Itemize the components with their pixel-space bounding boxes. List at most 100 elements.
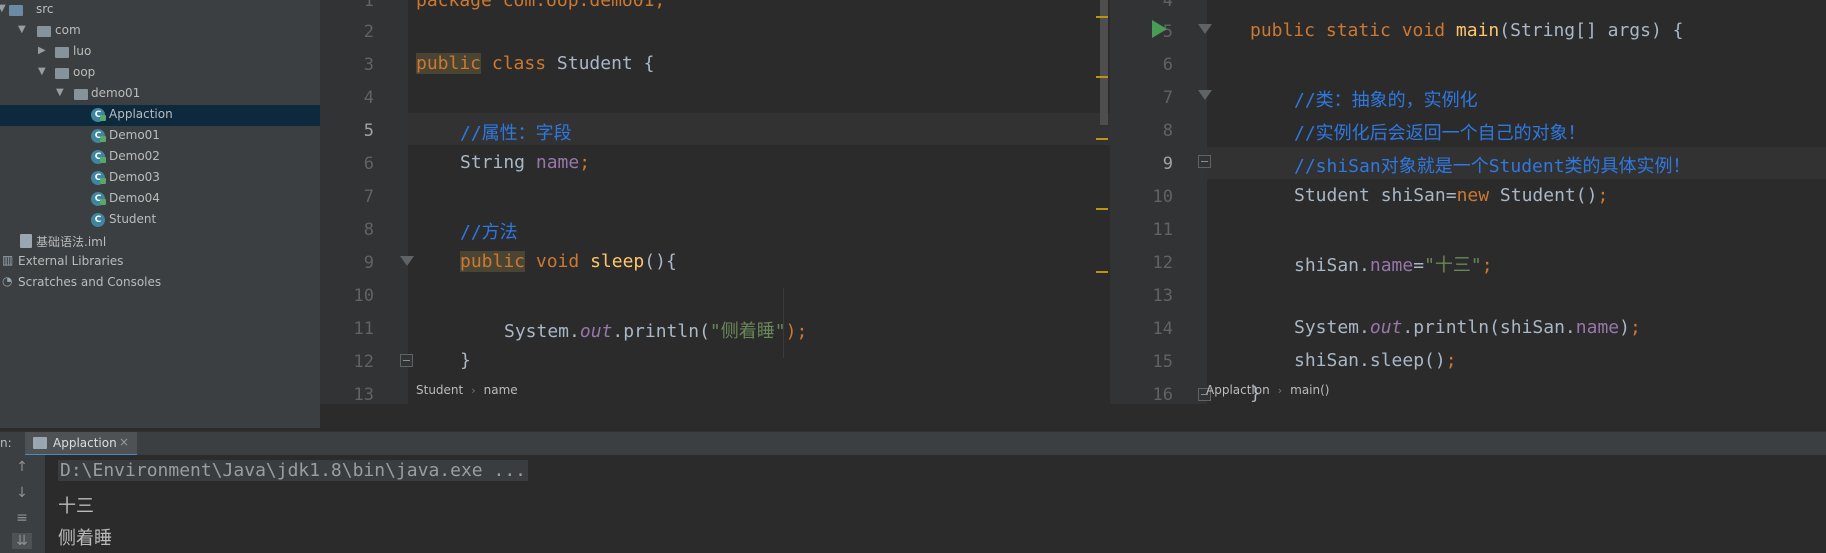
line-number: 6 — [363, 154, 374, 174]
tree-item-label: Demo04 — [109, 191, 160, 205]
line-number: 11 — [1152, 220, 1173, 240]
chevron-right-icon[interactable]: ▶ — [38, 45, 46, 56]
tree-item-src[interactable]: ▼ src — [0, 0, 320, 21]
breadcrumb-item[interactable]: name — [484, 383, 518, 397]
code-line-3: public class Student { — [416, 53, 655, 74]
soft-wrap-icon[interactable]: ≡ — [12, 510, 32, 526]
editor-applaction[interactable]: 4 5 6 7 8 9 10 11 12 13 14 15 16 public … — [1110, 0, 1826, 404]
run-label: n: — [0, 436, 12, 450]
console-line: D:\Environment\Java\jdk1.8\bin\java.exe … — [58, 460, 528, 481]
editor-gutter: 4 5 6 7 8 9 10 11 12 13 14 15 16 — [1110, 0, 1212, 404]
error-stripe-marker[interactable] — [1096, 271, 1108, 273]
package-icon — [55, 68, 69, 79]
line-number: 9 — [363, 253, 374, 273]
tree-item-label: Demo02 — [109, 149, 160, 163]
chevron-down-icon[interactable]: ▼ — [56, 87, 64, 98]
down-arrow-icon[interactable]: ↓ — [12, 485, 32, 501]
error-stripe-marker[interactable] — [1096, 208, 1108, 210]
error-stripe-marker[interactable] — [1096, 76, 1108, 78]
tab-applaction[interactable]: Applaction × — [25, 432, 137, 456]
tree-item-label: Applaction — [109, 107, 173, 121]
code-line-12: shiSan.name="十三"; — [1294, 255, 1493, 276]
line-number: 12 — [353, 352, 374, 372]
tree-item-external-libraries[interactable]: ▥ External Libraries — [0, 252, 320, 273]
java-class-icon: C — [91, 150, 106, 164]
java-class-icon: C — [91, 192, 106, 206]
close-icon[interactable]: × — [119, 435, 129, 449]
code-line-11: System.out.println("侧着睡"); — [504, 321, 808, 342]
fold-open-icon[interactable] — [1198, 90, 1212, 100]
tree-item-luo[interactable]: ▶ luo — [0, 42, 320, 63]
code-line-7: //类：抽象的，实例化 — [1294, 90, 1478, 111]
line-number: 8 — [1162, 121, 1173, 141]
console-output[interactable]: ↑ ↓ ≡ ⇊ D:\Environment\Java\jdk1.8\bin\j… — [0, 455, 1826, 553]
tab-label: Applaction — [53, 436, 117, 450]
line-number: 3 — [363, 55, 374, 75]
code-line-14: System.out.println(shiSan.name); — [1294, 317, 1641, 338]
breadcrumb-item[interactable]: main() — [1290, 383, 1329, 397]
breadcrumb: Student › name — [416, 376, 518, 404]
tree-item-demo01-class[interactable]: C Demo01 — [0, 126, 320, 147]
line-number: 9 — [1162, 154, 1173, 174]
java-class-icon: C — [91, 171, 106, 185]
editor-gutter: 1 2 3 4 5 6 7 8 9 10 11 12 13 — [320, 0, 414, 404]
tree-item-demo02[interactable]: C Demo02 — [0, 147, 320, 168]
code-line-5: public static void main(String[] args) { — [1250, 20, 1684, 41]
tree-item-label: luo — [73, 44, 92, 58]
line-number: 6 — [1162, 55, 1173, 75]
run-badge-icon — [100, 157, 106, 163]
console-toolbar: ↑ ↓ ≡ ⇊ — [0, 455, 45, 553]
line-number: 7 — [363, 187, 374, 207]
line-number: 15 — [1152, 352, 1173, 372]
chevron-down-icon[interactable]: ▼ — [18, 24, 26, 35]
tree-item-demo03[interactable]: C Demo03 — [0, 168, 320, 189]
tree-item-oop[interactable]: ▼ oop — [0, 63, 320, 84]
code-line-9: //shiSan对象就是一个Student类的具体实例！ — [1294, 156, 1691, 177]
tree-item-student[interactable]: C Student — [0, 210, 320, 231]
tree-item-label: 基础语法.iml — [36, 235, 107, 249]
scroll-to-end-icon[interactable]: ⇊ — [12, 533, 32, 549]
line-number: 14 — [1152, 319, 1173, 339]
fold-close-icon[interactable] — [1198, 155, 1211, 168]
tree-item-label: Demo03 — [109, 170, 160, 184]
tree-item-label: Student — [109, 212, 157, 226]
tree-item-scratches[interactable]: ◔ Scratches and Consoles — [0, 273, 320, 294]
tree-item-iml[interactable]: 基础语法.iml — [0, 231, 320, 252]
line-number: 13 — [353, 385, 374, 404]
chevron-right-icon: › — [1277, 383, 1283, 397]
tree-item-demo01[interactable]: ▼ demo01 — [0, 84, 320, 105]
run-toolbar: n: Applaction × — [0, 431, 1826, 456]
editor-scrollbar[interactable] — [1100, 0, 1108, 125]
line-number: 10 — [353, 286, 374, 306]
fold-close-icon[interactable] — [400, 354, 413, 367]
package-icon — [74, 89, 88, 100]
run-icon[interactable] — [1152, 20, 1167, 38]
breadcrumb-item[interactable]: Student — [416, 383, 463, 397]
up-arrow-icon[interactable]: ↑ — [12, 459, 32, 475]
chevron-down-icon[interactable]: ▼ — [0, 3, 6, 14]
folder-icon — [9, 5, 23, 16]
package-icon — [55, 47, 69, 58]
line-number: 1 — [363, 0, 374, 11]
tree-item-demo04[interactable]: C Demo04 — [0, 189, 320, 210]
error-stripe-marker[interactable] — [1096, 138, 1108, 140]
package-icon — [37, 26, 51, 37]
run-badge-icon — [100, 178, 106, 184]
line-number: 4 — [1162, 0, 1173, 11]
tree-item-applaction[interactable]: C Applaction — [0, 105, 320, 126]
console-icon — [33, 437, 47, 449]
chevron-down-icon[interactable]: ▼ — [38, 66, 46, 77]
code-line-8: //方法 — [460, 222, 518, 243]
console-line: 侧着睡 — [58, 528, 112, 549]
fold-open-icon[interactable] — [1198, 24, 1212, 34]
line-number: 13 — [1152, 286, 1173, 306]
tree-item-com[interactable]: ▼ com — [0, 21, 320, 42]
line-number: 8 — [363, 220, 374, 240]
line-number: 7 — [1162, 88, 1173, 108]
breadcrumb-item[interactable]: Applaction — [1206, 383, 1270, 397]
error-stripe-marker[interactable] — [1096, 16, 1108, 18]
code-line-12: } — [460, 350, 471, 371]
fold-open-icon[interactable] — [400, 256, 414, 266]
editor-student[interactable]: 1 2 3 4 5 6 7 8 9 10 11 12 13 package co… — [320, 0, 1110, 404]
line-number: 5 — [363, 121, 374, 141]
